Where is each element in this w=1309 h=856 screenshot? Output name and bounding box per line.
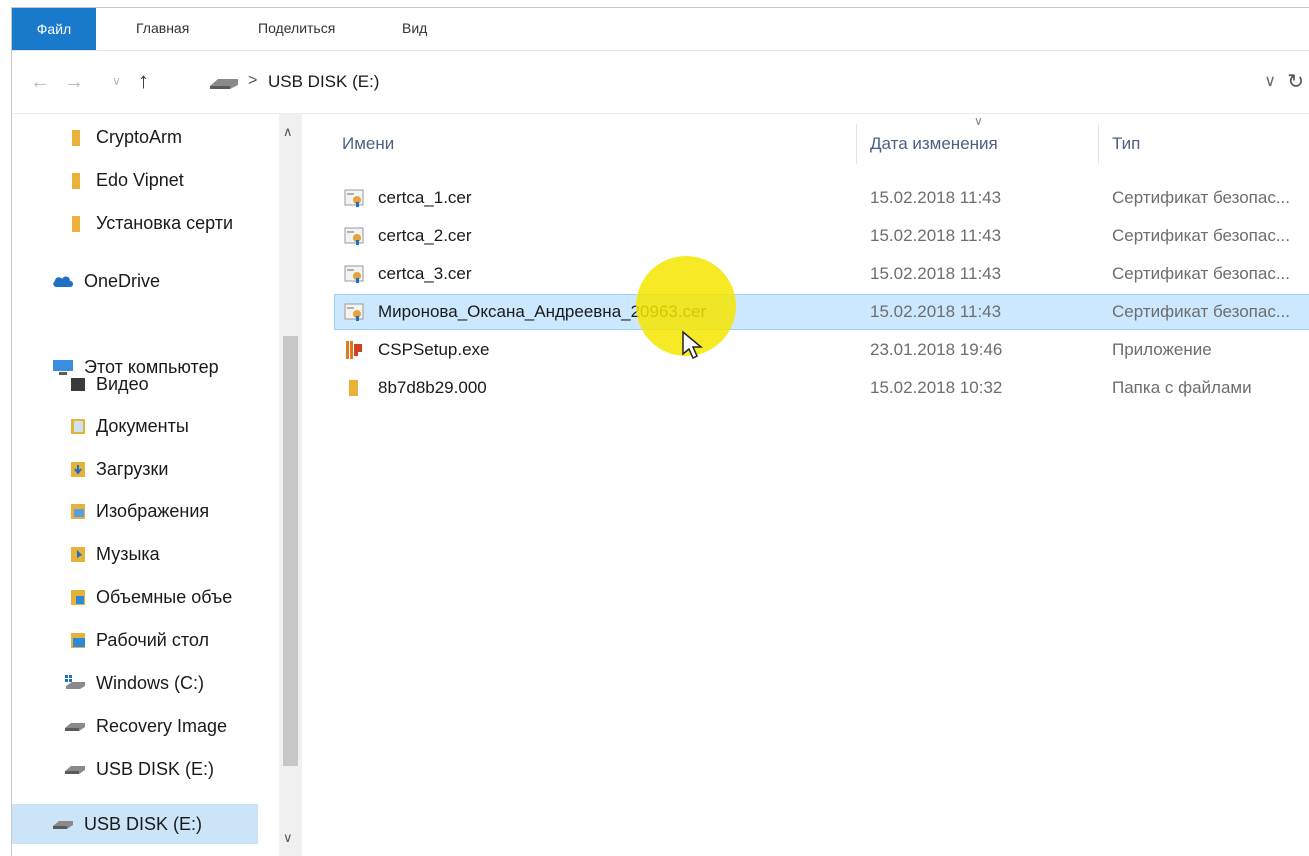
folder-icon [344,378,364,398]
sidebar-item-label: USB DISK (E:) [84,813,203,834]
documents-folder-icon [70,417,86,435]
navigation-bar: ← → ∨ ↑ > USB DISK (E:) ∨ ↻ [12,51,1309,114]
file-row[interactable]: certca_2.cer 15.02.2018 11:43 Сертификат… [334,218,1309,254]
file-date: 15.02.2018 11:43 [870,264,1002,283]
file-name: 8b7d8b29.000 [378,378,487,397]
certificate-icon [344,302,364,322]
sidebar-item-onedrive[interactable]: OneDrive [52,261,312,301]
back-arrow-icon[interactable]: ← [30,71,50,94]
sidebar-item-label: Загрузки [96,458,169,479]
file-row[interactable]: CSPSetup.exe 23.01.2018 19:46 Приложение [334,332,1309,368]
chevron-down-icon[interactable]: ∨ [1264,71,1276,91]
sidebar-item-label: Видео [96,373,149,394]
tab-view[interactable]: Вид [402,20,427,36]
file-row[interactable]: certca_1.cer 15.02.2018 11:43 Сертификат… [334,180,1309,216]
column-divider[interactable] [1098,124,1099,164]
folder-icon [70,128,86,146]
up-arrow-icon[interactable]: ↑ [138,68,149,94]
sidebar-item-label: Windows (C:) [96,672,205,693]
onedrive-icon [52,272,74,290]
file-name: certca_1.cer [378,188,472,207]
sidebar-item-label: Рабочий стол [96,629,209,650]
file-date: 15.02.2018 10:32 [870,378,1003,397]
tab-home[interactable]: Главная [136,20,189,36]
file-name: certca_3.cer [378,264,472,283]
file-type: Папка с файлами [1112,378,1252,397]
sidebar-item-label: Изображения [96,500,210,521]
sidebar-scrollbar[interactable]: ∧ ∨ [279,114,302,856]
file-row[interactable]: certca_3.cer 15.02.2018 11:43 Сертификат… [334,256,1309,292]
certificate-icon [344,188,364,208]
tab-share[interactable]: Поделиться [258,20,335,36]
pictures-folder-icon [70,502,86,520]
sidebar-item-label: CryptoArm [96,126,183,147]
file-row[interactable]: 8b7d8b29.000 15.02.2018 10:32 Папка с фа… [334,370,1309,406]
sidebar-item-label: Установка серти [96,212,234,233]
column-header-date[interactable]: Дата изменения [870,134,998,154]
file-type: Сертификат безопас... [1112,226,1290,245]
file-date: 15.02.2018 11:43 [870,188,1002,207]
forward-arrow-icon[interactable]: → [64,71,84,94]
file-type: Сертификат безопас... [1112,302,1290,321]
certificate-icon [344,264,364,284]
file-type: Сертификат безопас... [1112,188,1290,207]
installer-icon [344,340,364,360]
scroll-up-icon[interactable]: ∧ [283,124,293,140]
video-folder-icon [70,375,86,393]
sidebar-item-label: OneDrive [84,270,161,291]
tab-file[interactable]: Файл [12,8,96,50]
file-date: 23.01.2018 19:46 [870,340,1003,359]
file-date: 15.02.2018 11:43 [870,302,1002,321]
sidebar-item-label: Recovery Image [96,715,228,736]
scrollbar-thumb[interactable] [283,336,298,766]
music-folder-icon [70,545,86,563]
refresh-icon[interactable]: ↻ [1287,69,1304,94]
ribbon: Файл Главная Поделиться Вид [12,8,1309,51]
file-list: ∨ Имени Дата изменения Тип certca_1.cer … [302,114,1309,856]
downloads-folder-icon [70,460,86,478]
column-header-type[interactable]: Тип [1112,134,1140,154]
sort-chevron-icon: ∨ [974,114,983,128]
column-header-name[interactable]: Имени [342,134,394,154]
mouse-pointer-icon [682,330,704,360]
file-row-selected[interactable]: Миронова_Оксана_Андреевна_20963.cer 15.0… [334,294,1309,330]
sidebar-item-label: Edo Vipnet [96,169,184,190]
sidebar-item-label: Музыка [96,543,160,564]
address-bar[interactable]: > USB DISK (E:) ∨ ↻ [202,65,1309,99]
file-type: Сертификат безопас... [1112,264,1290,283]
scroll-down-icon[interactable]: ∨ [283,830,293,846]
explorer-window: Файл Главная Поделиться Вид ← → ∨ ↑ > US… [11,7,1309,856]
sidebar-item-label: USB DISK (E:) [96,758,215,779]
file-date: 15.02.2018 11:43 [870,226,1002,245]
certificate-icon [344,226,364,246]
sidebar-item-label: Объемные объе [96,586,233,607]
usb-drive-icon [52,815,74,833]
sidebar-item-usb-disk-root[interactable]: USB DISK (E:) [12,804,258,844]
file-name: certca_2.cer [378,226,472,245]
file-name: CSPSetup.exe [378,340,490,359]
sidebar-item-label: Документы [96,415,189,436]
breadcrumb-current[interactable]: USB DISK (E:) [268,72,379,92]
column-divider[interactable] [856,124,857,164]
system-drive-icon [64,674,86,692]
navigation-pane: CryptoArm Edo Vipnet Установка серти One… [12,114,302,856]
desktop-folder-icon [70,631,86,649]
3d-objects-folder-icon [70,588,86,606]
breadcrumb-separator: > [248,72,258,89]
folder-icon [70,171,86,189]
drive-icon [64,717,86,735]
recent-locations-chevron-icon[interactable]: ∨ [112,74,121,88]
file-type: Приложение [1112,340,1212,359]
usb-drive-icon [64,760,86,778]
usb-drive-icon [210,79,238,89]
folder-icon [70,214,86,232]
